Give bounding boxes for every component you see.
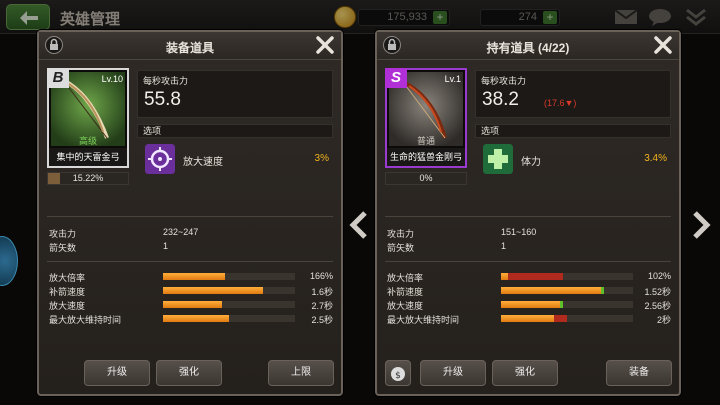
svg-text:$: $ xyxy=(395,371,401,381)
stat-bar xyxy=(163,301,295,308)
option-row: 放大速度 3% xyxy=(137,140,333,176)
bar-label: 补箭速度 xyxy=(49,287,86,297)
bar-label: 最大放大维持时间 xyxy=(49,315,122,325)
stat-bar xyxy=(501,287,633,294)
stat-bar xyxy=(163,273,295,280)
enhance-button[interactable]: 强化 xyxy=(492,360,558,386)
item-card[interactable]: B Lv.10 高级 集中的天雷金弓 xyxy=(47,68,129,168)
panel-title: 持有道具 (4/22) xyxy=(486,41,570,55)
bar-diff xyxy=(560,301,564,308)
stat-value: 232~247 xyxy=(163,227,199,237)
bar-fill xyxy=(163,301,223,308)
bar-fill xyxy=(163,315,229,322)
dps-value: 55.8 xyxy=(144,89,181,110)
grade-badge: B xyxy=(47,68,69,88)
dps-value: 38.2 xyxy=(482,89,519,110)
limit-break-button[interactable]: 上限 xyxy=(268,360,334,386)
previous-arrow-icon[interactable] xyxy=(348,210,370,240)
item-name: 生命的猛兽金刚弓 xyxy=(387,148,465,166)
option-value: 3.4% xyxy=(644,153,667,164)
option-label: 放大速度 xyxy=(183,157,223,168)
equipped-item-panel: 装备道具 B Lv.10 高级 集中的天雷金弓 15.22% 每秒攻击力 55.… xyxy=(37,30,343,396)
enhance-button[interactable]: 强化 xyxy=(156,360,222,386)
bar-value: 166% xyxy=(309,271,333,281)
dps-label: 每秒攻击力 xyxy=(143,76,189,86)
zoom-speed-icon xyxy=(145,144,175,174)
stat-bar xyxy=(501,301,633,308)
exp-text: 15.22% xyxy=(72,173,104,183)
dps-label: 每秒攻击力 xyxy=(481,76,527,86)
exp-bar: 0% xyxy=(385,172,467,185)
option-row: 体力 3.4% xyxy=(475,140,671,176)
item-card[interactable]: S Lv.1 普通 生命的猛兽金刚弓 xyxy=(385,68,467,168)
close-icon[interactable] xyxy=(653,35,673,55)
bar-value: 2秒 xyxy=(656,315,671,325)
health-cross-icon xyxy=(483,144,513,174)
bar-diff xyxy=(601,287,604,294)
options-header: 选项 xyxy=(137,124,333,138)
bar-value: 1.52秒 xyxy=(644,287,671,297)
bar-value: 2.56秒 xyxy=(644,301,671,311)
dps-box: 每秒攻击力 55.8 xyxy=(137,70,333,118)
exp-bar: 15.22% xyxy=(47,172,129,185)
sell-button[interactable]: $ xyxy=(385,360,411,386)
bar-value: 1.6秒 xyxy=(311,287,333,297)
bar-label: 放大倍率 xyxy=(49,273,86,283)
stat-bar xyxy=(501,273,633,280)
upgrade-button[interactable]: 升级 xyxy=(420,360,486,386)
divider xyxy=(385,216,671,217)
item-rarity: 高级 xyxy=(78,136,97,146)
close-icon[interactable] xyxy=(315,35,335,55)
bar-value: 102% xyxy=(647,271,671,281)
stat-label: 攻击力 xyxy=(387,229,415,239)
panel-title: 装备道具 xyxy=(165,41,214,55)
bar-label: 放大倍率 xyxy=(387,273,424,283)
panel-header: 装备道具 xyxy=(39,32,341,60)
stat-bar xyxy=(163,287,295,294)
bar-fill xyxy=(501,315,554,322)
coin-bag-icon: $ xyxy=(391,367,405,381)
item-name: 集中的天雷金弓 xyxy=(49,148,127,166)
stat-label: 攻击力 xyxy=(49,229,77,239)
bar-value: 2.5秒 xyxy=(311,315,333,325)
bar-diff xyxy=(553,315,567,322)
bar-label: 补箭速度 xyxy=(387,287,424,297)
stat-label: 箭矢数 xyxy=(49,243,77,253)
exp-text: 0% xyxy=(419,173,433,183)
owned-item-panel: 持有道具 (4/22) S Lv.1 普通 生命的猛兽金刚弓 0% 每秒攻击力 … xyxy=(375,30,681,396)
stat-label: 箭矢数 xyxy=(387,243,415,253)
bar-fill xyxy=(163,287,264,294)
stat-value: 151~160 xyxy=(501,227,537,237)
bar-diff xyxy=(507,273,564,280)
bar-fill xyxy=(501,301,561,308)
dps-box: 每秒攻击力 38.2 (17.6▼) xyxy=(475,70,671,118)
bar-label: 最大放大维持时间 xyxy=(387,315,460,325)
bar-fill xyxy=(501,273,508,280)
divider xyxy=(385,261,671,262)
bar-label: 放大速度 xyxy=(387,301,424,311)
upgrade-button[interactable]: 升级 xyxy=(84,360,150,386)
bar-fill xyxy=(501,287,602,294)
item-level: Lv.10 xyxy=(101,74,123,84)
bar-value: 2.7秒 xyxy=(311,301,333,311)
bar-fill xyxy=(163,273,226,280)
bar-label: 放大速度 xyxy=(49,301,86,311)
option-value: 3% xyxy=(314,153,329,164)
options-header: 选项 xyxy=(475,124,671,138)
option-label: 体力 xyxy=(521,157,541,168)
equip-button[interactable]: 装备 xyxy=(606,360,672,386)
dps-delta: (17.6▼) xyxy=(544,98,577,108)
divider xyxy=(47,261,333,262)
grade-badge: S xyxy=(385,68,407,88)
item-rarity: 普通 xyxy=(416,136,435,146)
stat-value: 1 xyxy=(163,241,169,251)
item-level: Lv.1 xyxy=(444,74,461,84)
stat-bar xyxy=(163,315,295,322)
stat-bar xyxy=(501,315,633,322)
divider xyxy=(47,216,333,217)
stat-value: 1 xyxy=(501,241,507,251)
next-arrow-icon[interactable] xyxy=(690,210,712,240)
panel-header: 持有道具 (4/22) xyxy=(377,32,679,60)
